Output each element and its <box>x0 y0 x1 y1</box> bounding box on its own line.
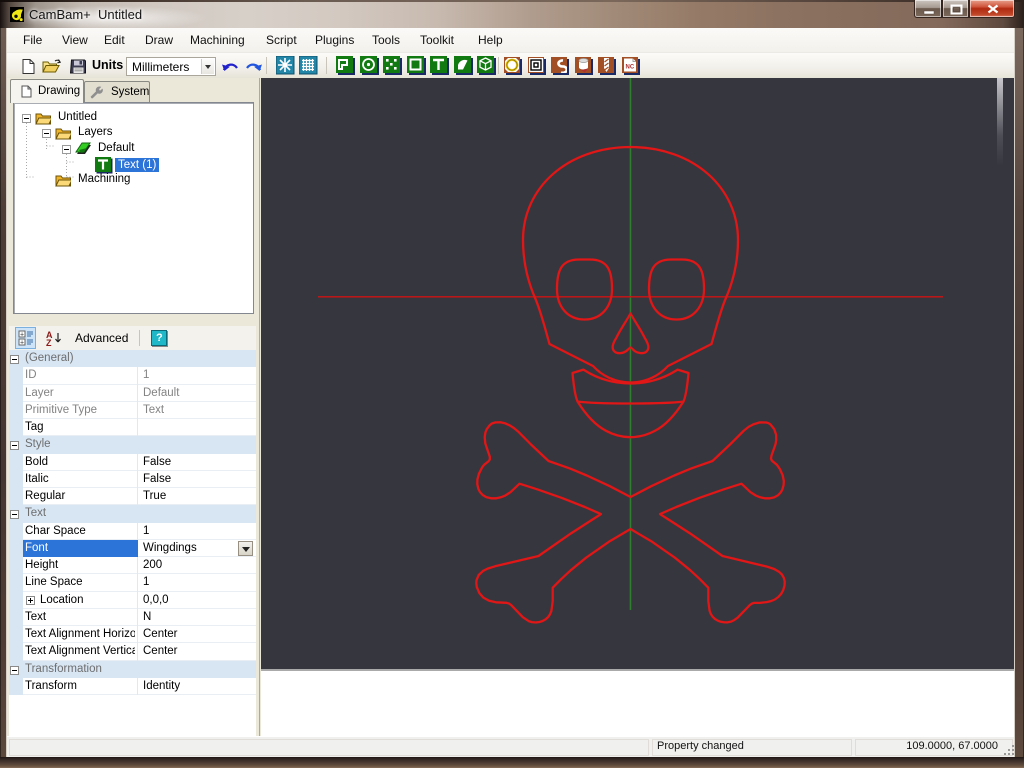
svg-text:+: + <box>20 332 24 339</box>
svg-text:Z: Z <box>46 338 52 346</box>
svg-text:NC: NC <box>626 65 635 71</box>
svg-text:+: + <box>20 340 24 347</box>
